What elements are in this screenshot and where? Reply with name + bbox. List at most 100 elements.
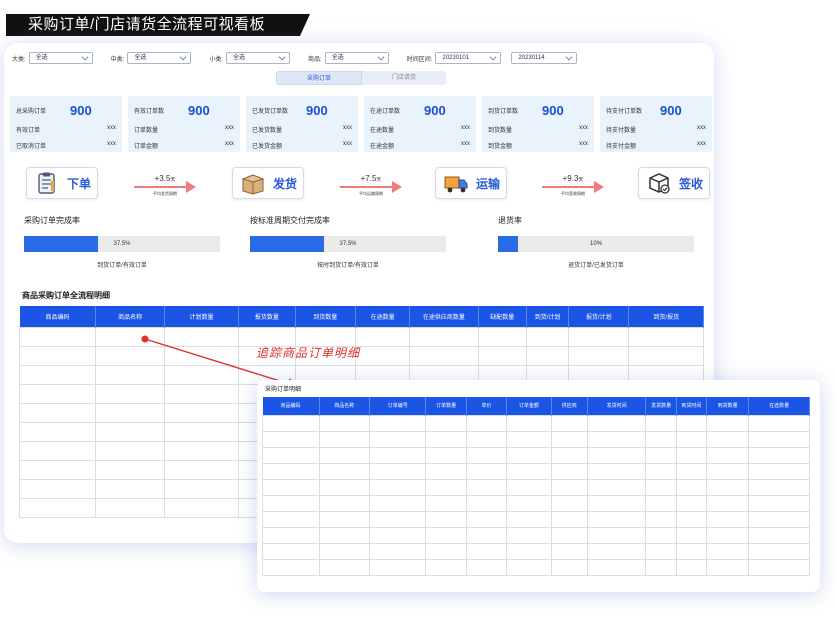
rate-title: 采购订单完成率 (24, 216, 80, 225)
filter-minor-category: 小类: 全选 (209, 52, 291, 64)
table-cell (318, 494, 370, 512)
kpi-card: 到货订单数 900 到货数量 xxx 到货金额 xxx (482, 96, 594, 152)
kpi-row-value: xxx (107, 141, 116, 147)
table-cell (675, 430, 707, 448)
table-cell (748, 494, 810, 512)
table-cell (425, 510, 467, 528)
table-cell (645, 510, 677, 528)
step-sign-off[interactable]: 签收 (638, 167, 710, 199)
minor-category-select[interactable]: 全选 (226, 52, 291, 64)
column-header: 报货数量 (238, 306, 296, 327)
kpi-title: 已发货订单数 (252, 108, 289, 115)
column-header: 发货数量 (645, 397, 677, 415)
table-cell (586, 446, 647, 464)
table-cell (465, 478, 508, 496)
chevron-down-icon (179, 53, 187, 61)
table-cell (705, 430, 750, 448)
filter-product: 商品: 全选 (308, 52, 389, 64)
start-date-select[interactable]: 20230101 (435, 52, 502, 64)
progress-bar: 10% (498, 236, 694, 252)
table-cell (586, 542, 647, 560)
table-row[interactable] (262, 478, 810, 496)
kpi-row-value: xxx (579, 125, 588, 131)
table-cell (645, 526, 677, 544)
table-row[interactable] (262, 526, 810, 544)
column-header: 报货/计划 (568, 306, 630, 327)
table-cell (95, 364, 165, 385)
flow-arrow: +9.3天 平均签收周期 (542, 175, 604, 197)
table-cell (645, 414, 677, 432)
kpi-title: 到货订单数 (488, 108, 519, 115)
table-cell (506, 526, 552, 544)
arrow-caption: 平均发货周期 (153, 191, 177, 196)
table-row[interactable] (262, 558, 810, 576)
step-transport[interactable]: 运输 (435, 167, 507, 199)
table-cell (18, 402, 97, 423)
subcategory-select[interactable]: 全选 (127, 52, 192, 64)
rate-caption: 到货订单/有效订单 (97, 263, 147, 269)
tab-store-requests[interactable]: 门店请货 (362, 71, 446, 85)
chevron-down-icon (377, 53, 385, 61)
table-row[interactable] (262, 494, 810, 512)
table-cell (550, 430, 588, 448)
column-header: 到货数量 (295, 306, 356, 327)
table-cell (354, 345, 411, 366)
column-header: 到货时间 (676, 397, 707, 415)
rate-caption: 按时到货订单/有效订单 (317, 263, 379, 269)
table-row[interactable] (262, 414, 810, 432)
end-date-select[interactable]: 20230114 (511, 52, 578, 64)
column-header: 供应商 (551, 397, 588, 415)
kpi-row-value: xxx (461, 125, 470, 131)
table-cell (628, 345, 704, 366)
column-header: 单价 (466, 397, 508, 415)
category-select[interactable]: 全选 (28, 52, 93, 64)
table-cell (675, 510, 707, 528)
kpi-row-label: 到货数量 (488, 128, 513, 134)
table-cell (262, 526, 320, 544)
table-cell (95, 459, 165, 480)
table-row[interactable] (18, 326, 704, 347)
table-row[interactable] (262, 446, 810, 464)
column-header: 订单金额 (506, 397, 552, 415)
table-row[interactable] (262, 510, 810, 528)
table-cell (262, 462, 320, 480)
table-cell (645, 430, 677, 448)
table-cell (262, 542, 320, 560)
table-cell (262, 414, 320, 432)
table-cell (95, 402, 165, 423)
select-value: 全选 (331, 55, 344, 61)
table-cell (18, 383, 97, 404)
table-cell (550, 510, 588, 528)
table-cell (262, 558, 320, 576)
clipboard-icon (38, 172, 55, 194)
arrow-caption: 平均签收周期 (561, 191, 585, 196)
kpi-value: 900 (306, 102, 328, 118)
table-row[interactable] (262, 430, 810, 448)
table-cell (465, 430, 508, 448)
tab-purchase-orders[interactable]: 采购订单 (276, 71, 362, 85)
table-row[interactable] (18, 345, 704, 366)
table-cell (163, 383, 240, 404)
table-row[interactable] (262, 462, 810, 480)
table-cell (465, 494, 508, 512)
table-cell (18, 326, 97, 347)
table-cell (550, 542, 588, 560)
table-row[interactable] (262, 542, 810, 560)
table-cell (465, 542, 508, 560)
rate-title: 按标准周期交付完成率 (250, 216, 330, 225)
step-order[interactable]: 下单 (26, 167, 98, 199)
table-cell (550, 558, 588, 576)
table-cell (506, 510, 552, 528)
table-cell (645, 446, 677, 464)
step-ship[interactable]: 发货 (232, 167, 304, 199)
table-cell (368, 478, 427, 496)
box-icon (241, 174, 265, 195)
table-cell (506, 446, 552, 464)
table-cell (705, 494, 750, 512)
column-header: 商品编码 (19, 306, 97, 327)
detail-table-title: 采购订单明细 (265, 387, 302, 393)
product-select[interactable]: 全选 (324, 52, 389, 64)
arrow-unit: 天 (578, 177, 584, 183)
step-label: 签收 (679, 176, 704, 191)
table-cell (586, 494, 647, 512)
